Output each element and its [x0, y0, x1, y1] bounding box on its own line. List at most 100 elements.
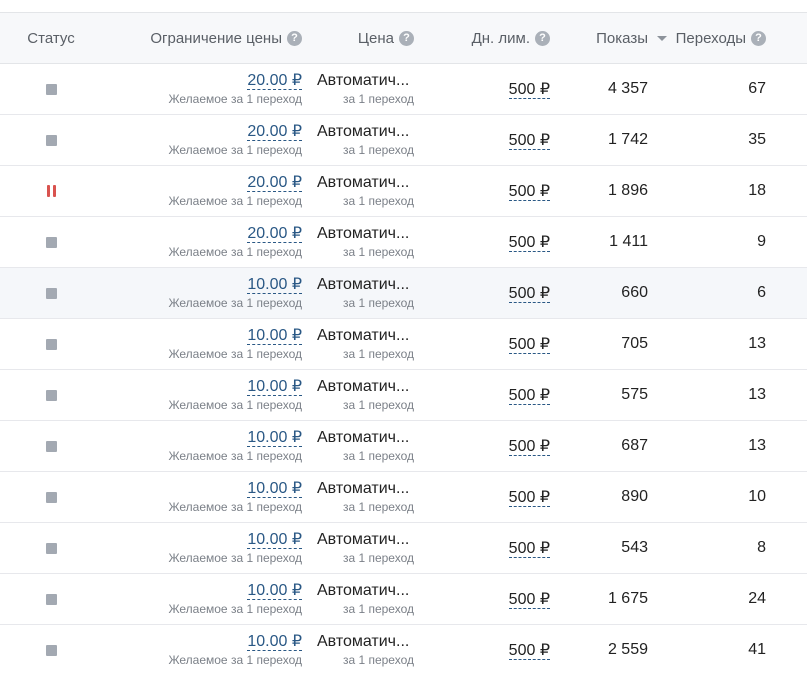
price-limit-cell: 10.00 ₽ Желаемое за 1 переход	[102, 581, 302, 617]
price-cell: Автоматич... за 1 переход	[302, 72, 414, 107]
clicks-cell: 8	[757, 539, 766, 556]
table-row[interactable]: 10.00 ₽ Желаемое за 1 переход Автоматич.…	[0, 472, 807, 523]
impressions-cell: 705	[621, 335, 648, 352]
price-limit-link[interactable]: 10.00 ₽	[247, 326, 302, 345]
table-row[interactable]: 10.00 ₽ Желаемое за 1 переход Автоматич.…	[0, 268, 807, 319]
price-limit-cell: 10.00 ₽ Желаемое за 1 переход	[102, 275, 302, 311]
status-cell[interactable]	[0, 593, 102, 605]
price-limit-cell: 10.00 ₽ Желаемое за 1 переход	[102, 632, 302, 668]
price-limit-cell: 20.00 ₽ Желаемое за 1 переход	[102, 71, 302, 107]
stop-square-icon[interactable]	[45, 338, 57, 350]
header-price[interactable]: Цена ?	[302, 30, 414, 47]
price-value: Автоматич...	[317, 377, 410, 395]
table-row[interactable]: 20.00 ₽ Желаемое за 1 переход Автоматич.…	[0, 64, 807, 115]
stop-square-icon[interactable]	[45, 542, 57, 554]
status-cell[interactable]	[0, 185, 102, 197]
stop-square-icon[interactable]	[45, 134, 57, 146]
price-sub: за 1 переход	[342, 499, 414, 514]
clicks-cell: 13	[748, 335, 766, 352]
daily-limit-link[interactable]: 500 ₽	[508, 489, 550, 507]
stop-square-icon[interactable]	[45, 593, 57, 605]
price-limit-link[interactable]: 10.00 ₽	[247, 581, 302, 600]
table-row[interactable]: 10.00 ₽ Желаемое за 1 переход Автоматич.…	[0, 574, 807, 625]
daily-limit-link[interactable]: 500 ₽	[508, 642, 550, 660]
impressions-cell: 4 357	[607, 80, 648, 97]
table-row[interactable]: 20.00 ₽ Желаемое за 1 переход Автоматич.…	[0, 166, 807, 217]
price-limit-sub: Желаемое за 1 переход	[168, 601, 302, 616]
daily-limit-cell: 500 ₽	[414, 181, 550, 201]
stop-square-icon[interactable]	[45, 83, 57, 95]
table-row[interactable]: 10.00 ₽ Желаемое за 1 переход Автоматич.…	[0, 370, 807, 421]
impressions-cell: 1 896	[607, 182, 648, 199]
price-value: Автоматич...	[317, 122, 410, 140]
status-cell[interactable]	[0, 83, 102, 95]
price-limit-sub: Желаемое за 1 переход	[168, 295, 302, 310]
daily-limit-link[interactable]: 500 ₽	[508, 81, 550, 99]
header-impressions[interactable]: Показы	[550, 30, 648, 47]
daily-limit-link[interactable]: 500 ₽	[508, 336, 550, 354]
table-top-strip	[0, 0, 807, 13]
daily-limit-link[interactable]: 500 ₽	[508, 183, 550, 201]
price-limit-link[interactable]: 10.00 ₽	[247, 428, 302, 447]
daily-limit-cell: 500 ₽	[414, 436, 550, 456]
question-circle-icon[interactable]: ?	[751, 30, 766, 46]
stop-square-icon[interactable]	[45, 287, 57, 299]
status-cell[interactable]	[0, 287, 102, 299]
status-cell[interactable]	[0, 644, 102, 656]
price-limit-link[interactable]: 20.00 ₽	[247, 122, 302, 141]
daily-limit-link[interactable]: 500 ₽	[508, 387, 550, 405]
status-cell[interactable]	[0, 134, 102, 146]
price-limit-sub: Желаемое за 1 переход	[168, 346, 302, 361]
daily-limit-link[interactable]: 500 ₽	[508, 132, 550, 150]
table-row[interactable]: 20.00 ₽ Желаемое за 1 переход Автоматич.…	[0, 115, 807, 166]
table-row[interactable]: 10.00 ₽ Желаемое за 1 переход Автоматич.…	[0, 421, 807, 472]
question-circle-icon[interactable]: ?	[535, 30, 550, 46]
status-cell[interactable]	[0, 389, 102, 401]
daily-limit-link[interactable]: 500 ₽	[508, 540, 550, 558]
question-circle-icon[interactable]: ?	[287, 30, 302, 46]
sort-desc-icon[interactable]	[656, 35, 667, 41]
stop-square-icon[interactable]	[45, 644, 57, 656]
header-status[interactable]: Статус	[0, 30, 102, 47]
stop-square-icon[interactable]	[45, 389, 57, 401]
stop-square-icon[interactable]	[45, 236, 57, 248]
status-cell[interactable]	[0, 236, 102, 248]
clicks-cell: 13	[748, 437, 766, 454]
price-limit-link[interactable]: 20.00 ₽	[247, 71, 302, 90]
price-cell: Автоматич... за 1 переход	[302, 327, 414, 362]
price-limit-link[interactable]: 10.00 ₽	[247, 479, 302, 498]
stop-square-icon[interactable]	[45, 491, 57, 503]
daily-limit-link[interactable]: 500 ₽	[508, 234, 550, 252]
table-row[interactable]: 10.00 ₽ Желаемое за 1 переход Автоматич.…	[0, 625, 807, 673]
price-value: Автоматич...	[317, 326, 410, 344]
daily-limit-link[interactable]: 500 ₽	[508, 591, 550, 609]
status-cell[interactable]	[0, 542, 102, 554]
price-limit-link[interactable]: 10.00 ₽	[247, 530, 302, 549]
stop-square-icon[interactable]	[45, 440, 57, 452]
daily-limit-link[interactable]: 500 ₽	[508, 285, 550, 303]
price-limit-link[interactable]: 10.00 ₽	[247, 377, 302, 396]
header-daily-limit[interactable]: Дн. лим. ?	[414, 30, 550, 47]
daily-limit-link[interactable]: 500 ₽	[508, 438, 550, 456]
price-sub: за 1 переход	[342, 550, 414, 565]
status-cell[interactable]	[0, 338, 102, 350]
question-circle-icon[interactable]: ?	[399, 30, 414, 46]
price-sub: за 1 переход	[342, 295, 414, 310]
header-price-limit[interactable]: Ограничение цены ?	[102, 30, 302, 47]
header-clicks[interactable]: Переходы ?	[648, 30, 786, 47]
status-cell[interactable]	[0, 491, 102, 503]
impressions-cell: 660	[621, 284, 648, 301]
price-cell: Автоматич... за 1 переход	[302, 480, 414, 515]
price-cell: Автоматич... за 1 переход	[302, 633, 414, 668]
status-cell[interactable]	[0, 440, 102, 452]
price-limit-link[interactable]: 20.00 ₽	[247, 173, 302, 192]
table-row[interactable]: 10.00 ₽ Желаемое за 1 переход Автоматич.…	[0, 523, 807, 574]
price-limit-link[interactable]: 10.00 ₽	[247, 632, 302, 651]
price-limit-cell: 10.00 ₽ Желаемое за 1 переход	[102, 326, 302, 362]
table-row[interactable]: 20.00 ₽ Желаемое за 1 переход Автоматич.…	[0, 217, 807, 268]
table-row[interactable]: 10.00 ₽ Желаемое за 1 переход Автоматич.…	[0, 319, 807, 370]
pause-icon[interactable]	[46, 185, 56, 197]
price-limit-link[interactable]: 20.00 ₽	[247, 224, 302, 243]
price-limit-link[interactable]: 10.00 ₽	[247, 275, 302, 294]
header-clicks-label: Переходы	[675, 29, 746, 47]
